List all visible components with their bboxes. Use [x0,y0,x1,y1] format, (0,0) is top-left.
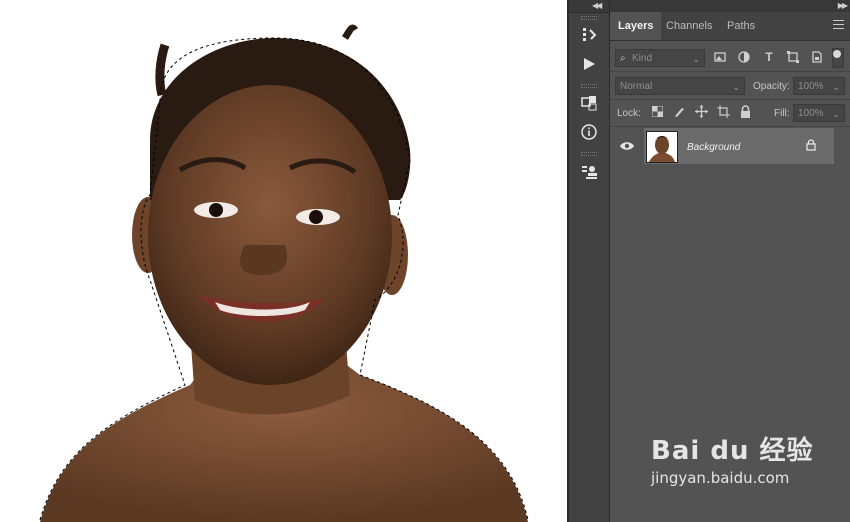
panel-menu-icon[interactable] [833,20,844,32]
play-actions-icon[interactable] [575,52,603,76]
panel-collapse-bar[interactable]: ◀◀ ▶▶ [592,0,850,12]
chevron-down-icon: ⌄ [692,54,700,64]
expand-arrows-icon[interactable]: ▶▶ [838,0,848,12]
blend-mode-select[interactable]: Normal ⌄ [615,77,745,95]
opacity-label: Opacity: [753,81,790,92]
chevron-down-icon: ⌄ [732,82,740,92]
divider [610,99,850,100]
opacity-value: 100% [798,81,824,92]
collapse-arrows-icon[interactable]: ◀◀ [592,0,602,12]
filter-type-icon[interactable]: T [761,50,777,64]
filter-pixel-icon[interactable] [712,51,728,66]
tab-paths[interactable]: Paths [719,12,763,40]
fill-value: 100% [798,108,824,119]
layer-name[interactable]: Background [687,142,740,153]
filter-kind-select[interactable]: ⌕ Kind ⌄ [615,49,705,67]
lock-position-icon[interactable] [693,105,709,121]
collapsed-panel-strip [569,0,610,522]
panel-tabs: Layers Channels Paths [610,12,850,41]
filter-toggle-switch[interactable] [832,48,844,68]
search-icon: ⌕ [620,53,626,64]
filter-shape-icon[interactable] [785,51,801,66]
filter-kind-label: Kind [632,53,653,64]
history-icon[interactable] [575,23,603,47]
lock-label: Lock: [617,108,641,119]
grip-handle[interactable] [581,152,597,156]
chevron-down-icon: ⌄ [832,82,840,92]
fill-field[interactable]: 100% ⌄ [793,104,845,122]
filter-adjustment-icon[interactable] [736,51,752,66]
tab-channels[interactable]: Channels [658,12,720,40]
watermark-logo: Bai du 经验 [651,436,814,466]
fill-label: Fill: [774,108,790,119]
info-icon[interactable] [575,120,603,144]
watermark-url: jingyan.baidu.com [651,469,790,487]
3d-icon[interactable] [575,91,603,115]
strip-collapse-bar[interactable] [569,0,609,13]
document-canvas[interactable] [0,0,567,522]
divider [610,126,850,127]
lock-icon [806,139,816,154]
filter-smart-object-icon[interactable] [809,51,825,66]
opacity-field[interactable]: 100% ⌄ [793,77,845,95]
layer-thumbnail [646,131,678,163]
clone-source-icon[interactable] [575,160,603,184]
grip-handle[interactable] [581,84,597,88]
eye-icon [620,142,634,150]
grip-handle[interactable] [581,16,597,20]
divider [610,71,850,72]
lock-image-pixels-icon[interactable] [671,106,687,121]
baidu-watermark: Bai du 经验 jingyan.baidu.com [651,430,814,487]
layer-visibility-toggle[interactable] [614,128,640,164]
tab-layers[interactable]: Layers [610,12,662,40]
blend-mode-value: Normal [620,81,653,92]
photo-portrait [39,24,529,522]
lock-artboard-icon[interactable] [715,105,731,121]
lock-all-icon[interactable] [737,105,753,121]
chevron-down-icon: ⌄ [832,109,840,119]
lock-transparent-pixels-icon[interactable] [649,105,665,120]
